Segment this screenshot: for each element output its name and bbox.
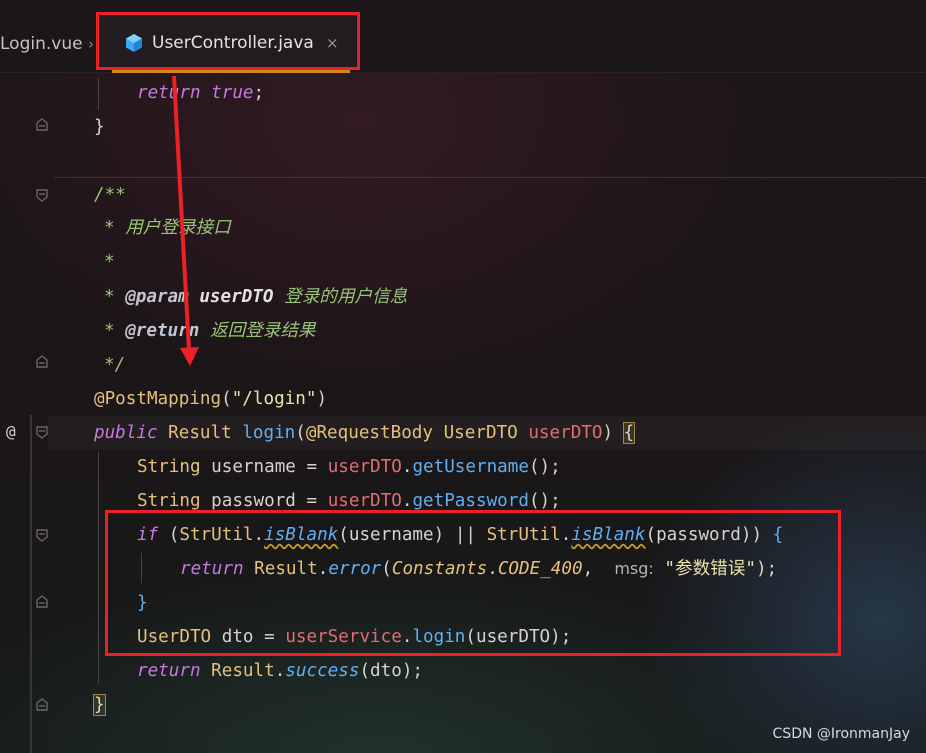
- javadoc-open: /**: [94, 185, 126, 205]
- annotation-line: @PostMapping("/login"): [94, 389, 328, 409]
- code-line: String username = userDTO.getUsername();: [137, 457, 561, 477]
- javadoc-description: * 用户登录接口: [104, 218, 231, 238]
- code-line: String password = userDTO.getPassword();: [137, 491, 561, 511]
- javadoc-param: * @param userDTO 登录的用户信息: [104, 287, 408, 307]
- tab-label: UserController.java: [152, 33, 314, 53]
- tab-close-icon[interactable]: ×: [326, 33, 339, 53]
- method-signature: public Result login(@RequestBody UserDTO…: [94, 422, 636, 444]
- fold-end-icon[interactable]: [35, 698, 49, 712]
- java-class-icon: [126, 34, 142, 52]
- code-line: }: [137, 593, 148, 613]
- indent-guide: [141, 553, 142, 583]
- fold-start-icon[interactable]: [35, 528, 49, 542]
- code-line: return Result.success(dto);: [137, 661, 424, 681]
- fold-start-icon[interactable]: [35, 188, 49, 202]
- code-line: }: [94, 117, 105, 137]
- code-line: UserDTO dto = userService.login(userDTO)…: [137, 627, 572, 647]
- indent-guide: [98, 452, 99, 684]
- javadoc-blank: *: [104, 252, 115, 272]
- code-line: }: [93, 694, 106, 716]
- tab-user-controller[interactable]: UserController.java ×: [98, 14, 356, 70]
- tab-login-close-icon[interactable]: ›: [88, 34, 94, 54]
- return-error: return Result.error(Constants.CODE_400, …: [180, 559, 778, 579]
- fold-end-icon[interactable]: [35, 355, 49, 369]
- fold-end-icon[interactable]: [35, 595, 49, 609]
- if-statement: if (StrUtil.isBlank(username) || StrUtil…: [137, 525, 784, 545]
- tab-login-vue[interactable]: Login.vue: [0, 34, 83, 54]
- gutter-border: [30, 415, 32, 753]
- indent-guide: [98, 78, 99, 110]
- code-line: return true;: [137, 83, 265, 103]
- javadoc-close: */: [104, 355, 126, 375]
- override-gutter-icon[interactable]: @: [6, 423, 16, 441]
- watermark: CSDN @IronmanJay: [772, 726, 910, 742]
- method-separator: [54, 177, 926, 178]
- tab-label: Login.vue: [0, 34, 83, 54]
- fold-start-icon[interactable]: [35, 425, 49, 439]
- javadoc-return: * @return 返回登录结果: [104, 321, 316, 341]
- active-tab-indicator: [112, 69, 350, 73]
- parameter-hint: msg:: [614, 559, 654, 578]
- title-strip: [0, 0, 926, 10]
- fold-end-icon[interactable]: [35, 118, 49, 132]
